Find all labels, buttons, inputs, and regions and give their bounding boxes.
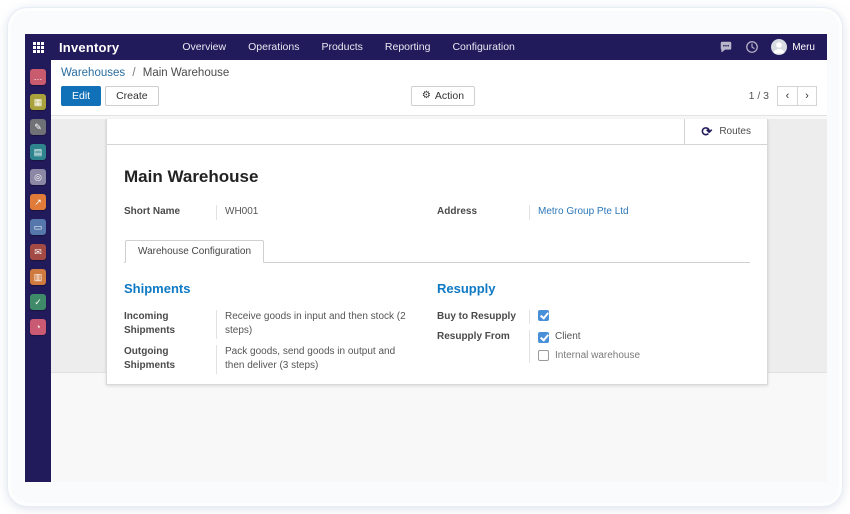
resupply-from-label: Resupply From bbox=[437, 331, 510, 342]
address-value-link[interactable]: Metro Group Pte Ltd bbox=[538, 206, 629, 217]
app-sidebar: … ▦ ✎ ▤ ◎ ↗ ▭ ✉ ▥ ✓ ◔ bbox=[25, 60, 51, 482]
edit-button[interactable]: Edit bbox=[61, 86, 102, 106]
record-title: Main Warehouse bbox=[124, 167, 259, 186]
sidebar-app-sales-icon[interactable]: ↗ bbox=[30, 194, 46, 210]
menu-overview[interactable]: Overview bbox=[171, 34, 237, 60]
sidebar-app-crm-icon[interactable]: ◎ bbox=[30, 169, 46, 185]
activities-clock-icon[interactable] bbox=[745, 40, 759, 54]
buy-to-resupply-checkbox[interactable] bbox=[538, 309, 549, 321]
outgoing-shipments-value[interactable]: Pack goods, send goods in output and the… bbox=[216, 344, 411, 374]
menu-operations[interactable]: Operations bbox=[237, 34, 310, 60]
routes-button-label: Routes bbox=[719, 126, 751, 137]
buy-to-resupply-label: Buy to Resupply bbox=[437, 310, 516, 322]
routes-button[interactable]: ⟳ Routes bbox=[684, 119, 767, 144]
messages-icon[interactable] bbox=[719, 40, 733, 54]
field-incoming-shipments: Incoming Shipments Receive goods in inpu… bbox=[124, 309, 437, 339]
outgoing-shipments-label: Outgoing Shipments bbox=[124, 345, 176, 372]
field-outgoing-shipments: Outgoing Shipments Pack goods, send good… bbox=[124, 344, 437, 374]
menu-products[interactable]: Products bbox=[310, 34, 373, 60]
pager: 1 / 3 ‹ › bbox=[749, 86, 817, 106]
short-name-label: Short Name bbox=[124, 206, 181, 217]
sidebar-app-purchase-icon[interactable]: ▥ bbox=[30, 269, 46, 285]
sidebar-app-inventory-icon[interactable]: ✓ bbox=[30, 294, 46, 310]
main-menu: Overview Operations Products Reporting C… bbox=[171, 34, 526, 60]
menu-reporting[interactable]: Reporting bbox=[374, 34, 442, 60]
field-resupply-from: Resupply From Client Internal warehouse bbox=[437, 330, 750, 363]
sidebar-app-dashboards-icon[interactable]: ◔ bbox=[30, 319, 46, 335]
user-name: Meru bbox=[792, 41, 815, 53]
shipments-section: Shipments Incoming Shipments Receive goo… bbox=[124, 281, 437, 374]
app-title: Inventory bbox=[59, 39, 120, 55]
field-short-name: Short Name WH001 bbox=[124, 205, 437, 220]
tab-page-content: Shipments Incoming Shipments Receive goo… bbox=[124, 281, 750, 374]
create-button[interactable]: Create bbox=[105, 86, 159, 106]
sidebar-app-contacts-icon[interactable]: ▤ bbox=[30, 144, 46, 160]
resupply-from-client-label: Client bbox=[555, 331, 581, 342]
resupply-from-internal-warehouse-label: Internal warehouse bbox=[555, 349, 641, 361]
field-group-top: Short Name WH001 Address Metro Group Pte… bbox=[124, 205, 750, 220]
sidebar-app-notes-icon[interactable]: ✎ bbox=[30, 119, 46, 135]
action-button[interactable]: ⚙ Action bbox=[410, 86, 476, 106]
breadcrumb: Warehouses / Main Warehouse bbox=[61, 67, 817, 79]
shipments-heading: Shipments bbox=[124, 280, 191, 296]
form-view-background: ⟳ Routes Main Warehouse Short Name WH001 bbox=[51, 119, 827, 385]
control-panel: Warehouses / Main Warehouse Edit Create … bbox=[51, 60, 827, 116]
breadcrumb-separator: / bbox=[132, 67, 136, 79]
short-name-value[interactable]: WH001 bbox=[216, 205, 411, 220]
user-menu[interactable]: Meru bbox=[771, 39, 815, 55]
gear-icon: ⚙ bbox=[421, 90, 431, 101]
form-sheet: ⟳ Routes Main Warehouse Short Name WH001 bbox=[106, 119, 768, 385]
sheet-body: Main Warehouse Short Name WH001 Address … bbox=[107, 145, 767, 384]
navbar-right: Meru bbox=[719, 39, 827, 55]
device-frame: Inventory Overview Operations Products R… bbox=[7, 7, 843, 507]
address-label: Address bbox=[437, 206, 478, 217]
tab-warehouse-configuration[interactable]: Warehouse Configuration bbox=[125, 239, 265, 263]
menu-configuration[interactable]: Configuration bbox=[441, 34, 525, 60]
resupply-heading: Resupply bbox=[437, 280, 496, 296]
sidebar-app-calendar-icon[interactable]: ▦ bbox=[30, 94, 46, 110]
pager-count: 1 / 3 bbox=[748, 90, 769, 102]
user-avatar bbox=[771, 39, 788, 55]
resupply-from-internal-warehouse-checkbox[interactable] bbox=[538, 350, 549, 362]
notebook-tabs: Warehouse Configuration bbox=[124, 239, 750, 263]
sidebar-app-pos-icon[interactable]: ▭ bbox=[30, 219, 46, 235]
pager-previous-button[interactable]: ‹ bbox=[777, 86, 797, 106]
incoming-shipments-value[interactable]: Receive goods in input and then stock (2… bbox=[216, 309, 411, 339]
button-box: ⟳ Routes bbox=[107, 119, 767, 145]
breadcrumb-warehouses-link[interactable]: Warehouses bbox=[61, 67, 125, 79]
app-window: Inventory Overview Operations Products R… bbox=[25, 34, 827, 482]
breadcrumb-current: Main Warehouse bbox=[142, 67, 230, 79]
field-address: Address Metro Group Pte Ltd bbox=[437, 205, 750, 220]
main-content: Warehouses / Main Warehouse Edit Create … bbox=[51, 60, 827, 482]
control-panel-buttons: Edit Create ⚙ Action 1 / 3 ‹ › bbox=[61, 86, 817, 106]
top-navbar: Inventory Overview Operations Products R… bbox=[25, 34, 827, 60]
refresh-icon: ⟳ bbox=[701, 124, 713, 139]
field-buy-to-resupply: Buy to Resupply bbox=[437, 309, 750, 324]
sidebar-app-discuss-icon[interactable]: … bbox=[30, 69, 46, 85]
action-button-label: Action bbox=[434, 90, 465, 102]
incoming-shipments-label: Incoming Shipments bbox=[124, 310, 176, 337]
resupply-section: Resupply Buy to Resupply Resupply From C… bbox=[437, 281, 750, 374]
resupply-from-client-checkbox[interactable] bbox=[538, 331, 549, 343]
pager-next-button[interactable]: › bbox=[797, 86, 817, 106]
apps-grid-icon bbox=[32, 41, 36, 45]
sidebar-app-email-marketing-icon[interactable]: ✉ bbox=[30, 244, 46, 260]
apps-menu-button[interactable] bbox=[25, 34, 51, 60]
